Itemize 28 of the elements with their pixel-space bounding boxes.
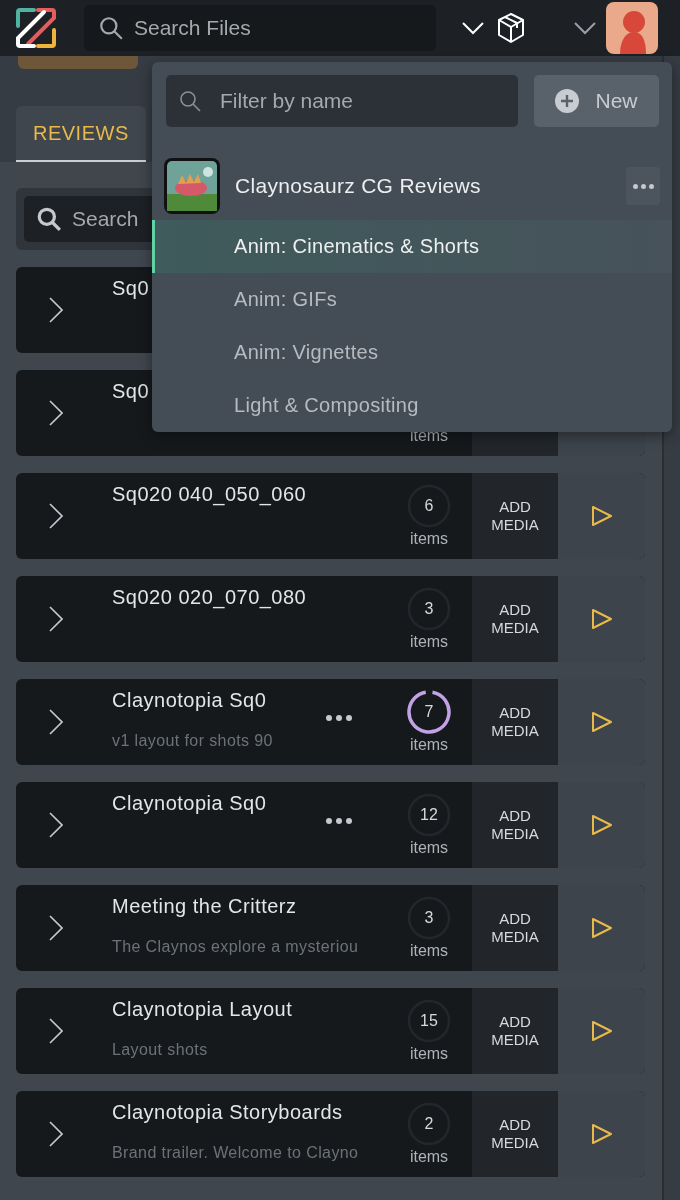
items-label: items xyxy=(409,427,449,445)
item-count: 3 xyxy=(424,600,434,618)
review-title: Sq020 020_070_080 xyxy=(112,586,307,609)
review-title: Sq0 xyxy=(112,277,150,300)
review-title: Claynotopia Layout xyxy=(112,998,293,1021)
review-title: Sq0 xyxy=(112,380,150,403)
review-title: Claynotopia Storyboards xyxy=(112,1101,343,1124)
review-description: v1 layout for shots 90 xyxy=(112,732,273,750)
review-description: Brand trailer. Welcome to Clayno xyxy=(112,1144,359,1162)
review-description: Layout shots xyxy=(112,1041,208,1059)
item-count: 15 xyxy=(420,1012,438,1030)
items-label: items xyxy=(409,1045,449,1063)
items-label: items xyxy=(409,1148,449,1166)
items-label: items xyxy=(409,530,449,548)
item-count: 2 xyxy=(424,1115,434,1133)
items-label: items xyxy=(409,736,449,754)
review-description: The Claynos explore a mysteriou xyxy=(112,938,359,956)
item-count: 3 xyxy=(424,909,434,927)
items-label: items xyxy=(409,633,449,651)
review-title: Claynotopia Sq0 xyxy=(112,689,267,712)
review-title: Meeting the Critterz xyxy=(112,895,297,918)
items-label: items xyxy=(409,839,449,857)
review-title: Sq020 040_050_060 xyxy=(112,483,307,506)
items-label: items xyxy=(409,942,449,960)
review-title: Claynotopia Sq0 xyxy=(112,792,267,815)
item-count: 6 xyxy=(424,497,434,515)
item-count: 12 xyxy=(420,806,438,824)
item-count: 7 xyxy=(424,703,434,721)
